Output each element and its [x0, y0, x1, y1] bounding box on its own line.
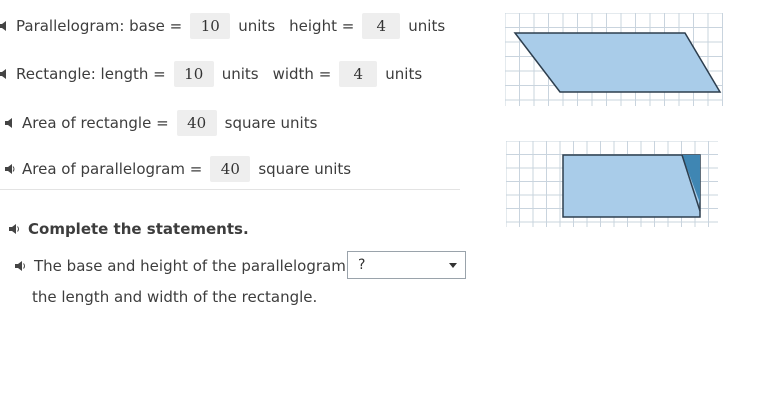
parallelogram-base-label: Parallelogram: base = [16, 17, 183, 35]
chevron-down-icon [449, 263, 457, 268]
rectangle-width-label: width = [272, 65, 332, 83]
rectangle-area-value: 40 [176, 110, 217, 136]
speaker-icon[interactable] [4, 163, 16, 175]
parallelogram-area-row: Area of parallelogram = 40 square units [4, 156, 351, 182]
statement-row-continued: the length and width of the rectangle. [32, 288, 317, 306]
speaker-icon[interactable] [14, 260, 28, 272]
speaker-icon[interactable] [0, 20, 10, 32]
parallelogram-height-label: height = [289, 17, 355, 35]
rectangle-width-value: 4 [339, 61, 378, 87]
section-divider [0, 189, 460, 190]
speaker-icon[interactable] [8, 223, 22, 235]
instruction-row: Complete the statements. [8, 220, 249, 238]
parallelogram-height-value: 4 [362, 13, 401, 39]
statement-row: The base and height of the parallelogram… [14, 257, 375, 275]
rectangle-area-row: Area of rectangle = 40 square units [4, 110, 317, 136]
parallelogram-base-value: 10 [190, 13, 231, 39]
rectangle-area-label: Area of rectangle = [22, 114, 169, 132]
speaker-icon[interactable] [0, 68, 10, 80]
instruction-text: Complete the statements. [28, 220, 249, 238]
rectangle-dimensions-row: Rectangle: length = 10 units width = 4 u… [0, 61, 422, 87]
units-label: units [408, 17, 446, 35]
units-label: units [385, 65, 423, 83]
speaker-icon[interactable] [4, 117, 16, 129]
rectangle-length-value: 10 [173, 61, 214, 87]
rectangle-grid-figure [506, 141, 718, 227]
parallelogram-area-value: 40 [210, 156, 251, 182]
dropdown-selected-value: ? [358, 257, 366, 273]
answer-dropdown[interactable]: ? [347, 251, 466, 279]
parallelogram-area-label: Area of parallelogram = [22, 160, 203, 178]
rectangle-length-label: Rectangle: length = [16, 65, 166, 83]
units-label: units [221, 65, 259, 83]
parallelogram-dimensions-row: Parallelogram: base = 10 units height = … [0, 13, 445, 39]
units-label: units [238, 17, 276, 35]
rectangle-shape [562, 154, 701, 218]
statement-text-part1: The base and height of the parallelogram… [34, 257, 375, 275]
square-units-label: square units [258, 160, 352, 178]
statement-text-part2: the length and width of the rectangle. [32, 288, 318, 306]
square-units-label: square units [224, 114, 318, 132]
parallelogram-grid-figure [505, 13, 723, 106]
